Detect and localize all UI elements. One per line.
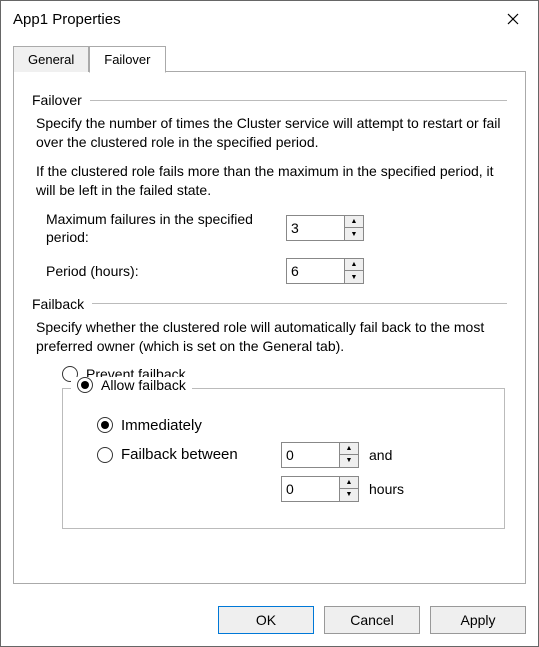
between-end-up[interactable]: ▲ [339, 476, 359, 490]
apply-button[interactable]: Apply [430, 606, 526, 634]
period-row: Period (hours): ▲ ▼ [46, 258, 507, 284]
max-failures-down[interactable]: ▼ [344, 228, 364, 241]
immediately-label: Immediately [121, 417, 202, 434]
max-failures-spin: ▲ ▼ [286, 215, 364, 241]
ok-button[interactable]: OK [218, 606, 314, 634]
max-failures-row: Maximum failures in the specified period… [46, 210, 507, 246]
failover-heading-row: Failover [32, 92, 507, 108]
max-failures-label: Maximum failures in the specified period… [46, 210, 286, 246]
period-up[interactable]: ▲ [344, 258, 364, 272]
close-icon [507, 13, 519, 25]
period-label: Period (hours): [46, 262, 286, 280]
failback-between-row: Failback between ▲ ▼ and [97, 442, 488, 468]
max-failures-input[interactable] [286, 215, 344, 241]
cancel-button[interactable]: Cancel [324, 606, 420, 634]
allow-failback-label: Allow failback [101, 377, 186, 393]
titlebar: App1 Properties [1, 1, 538, 37]
between-start-down[interactable]: ▼ [339, 455, 359, 468]
properties-dialog: App1 Properties General Failover Failove… [0, 0, 539, 647]
failback-heading-row: Failback [32, 296, 507, 312]
period-down[interactable]: ▼ [344, 271, 364, 284]
between-start-spin: ▲ ▼ [281, 442, 359, 468]
window-title: App1 Properties [13, 11, 121, 28]
divider [90, 100, 507, 101]
and-label: and [369, 447, 392, 463]
between-end-input[interactable] [281, 476, 339, 502]
failback-between-label[interactable]: Failback between [121, 446, 281, 463]
allow-failback-option[interactable]: Allow failback [71, 377, 192, 393]
dialog-button-row: OK Cancel Apply [1, 596, 538, 646]
dialog-body: General Failover Failover Specify the nu… [1, 37, 538, 596]
failover-desc-2: If the clustered role fails more than th… [36, 162, 503, 200]
tab-failover[interactable]: Failover [89, 46, 165, 73]
radio-icon [77, 377, 93, 393]
tab-general[interactable]: General [13, 46, 89, 72]
failback-heading: Failback [32, 296, 92, 312]
tab-strip: General Failover [13, 45, 526, 72]
period-input[interactable] [286, 258, 344, 284]
radio-icon[interactable] [97, 447, 113, 463]
hours-label: hours [369, 481, 404, 497]
failback-desc: Specify whether the clustered role will … [36, 318, 503, 356]
between-end-spin: ▲ ▼ [281, 476, 359, 502]
immediately-option[interactable]: Immediately [97, 417, 488, 434]
between-end-down[interactable]: ▼ [339, 489, 359, 502]
failover-desc-1: Specify the number of times the Cluster … [36, 114, 503, 152]
radio-icon [97, 417, 113, 433]
failback-between-end-row: ▲ ▼ hours [97, 476, 488, 502]
max-failures-up[interactable]: ▲ [344, 215, 364, 229]
close-button[interactable] [490, 2, 536, 36]
allow-failback-group: Allow failback Immediately Failback betw… [62, 388, 505, 529]
between-start-up[interactable]: ▲ [339, 442, 359, 456]
tab-panel-failover: Failover Specify the number of times the… [13, 71, 526, 584]
divider [92, 303, 507, 304]
period-spin: ▲ ▼ [286, 258, 364, 284]
between-start-input[interactable] [281, 442, 339, 468]
failover-heading: Failover [32, 92, 90, 108]
